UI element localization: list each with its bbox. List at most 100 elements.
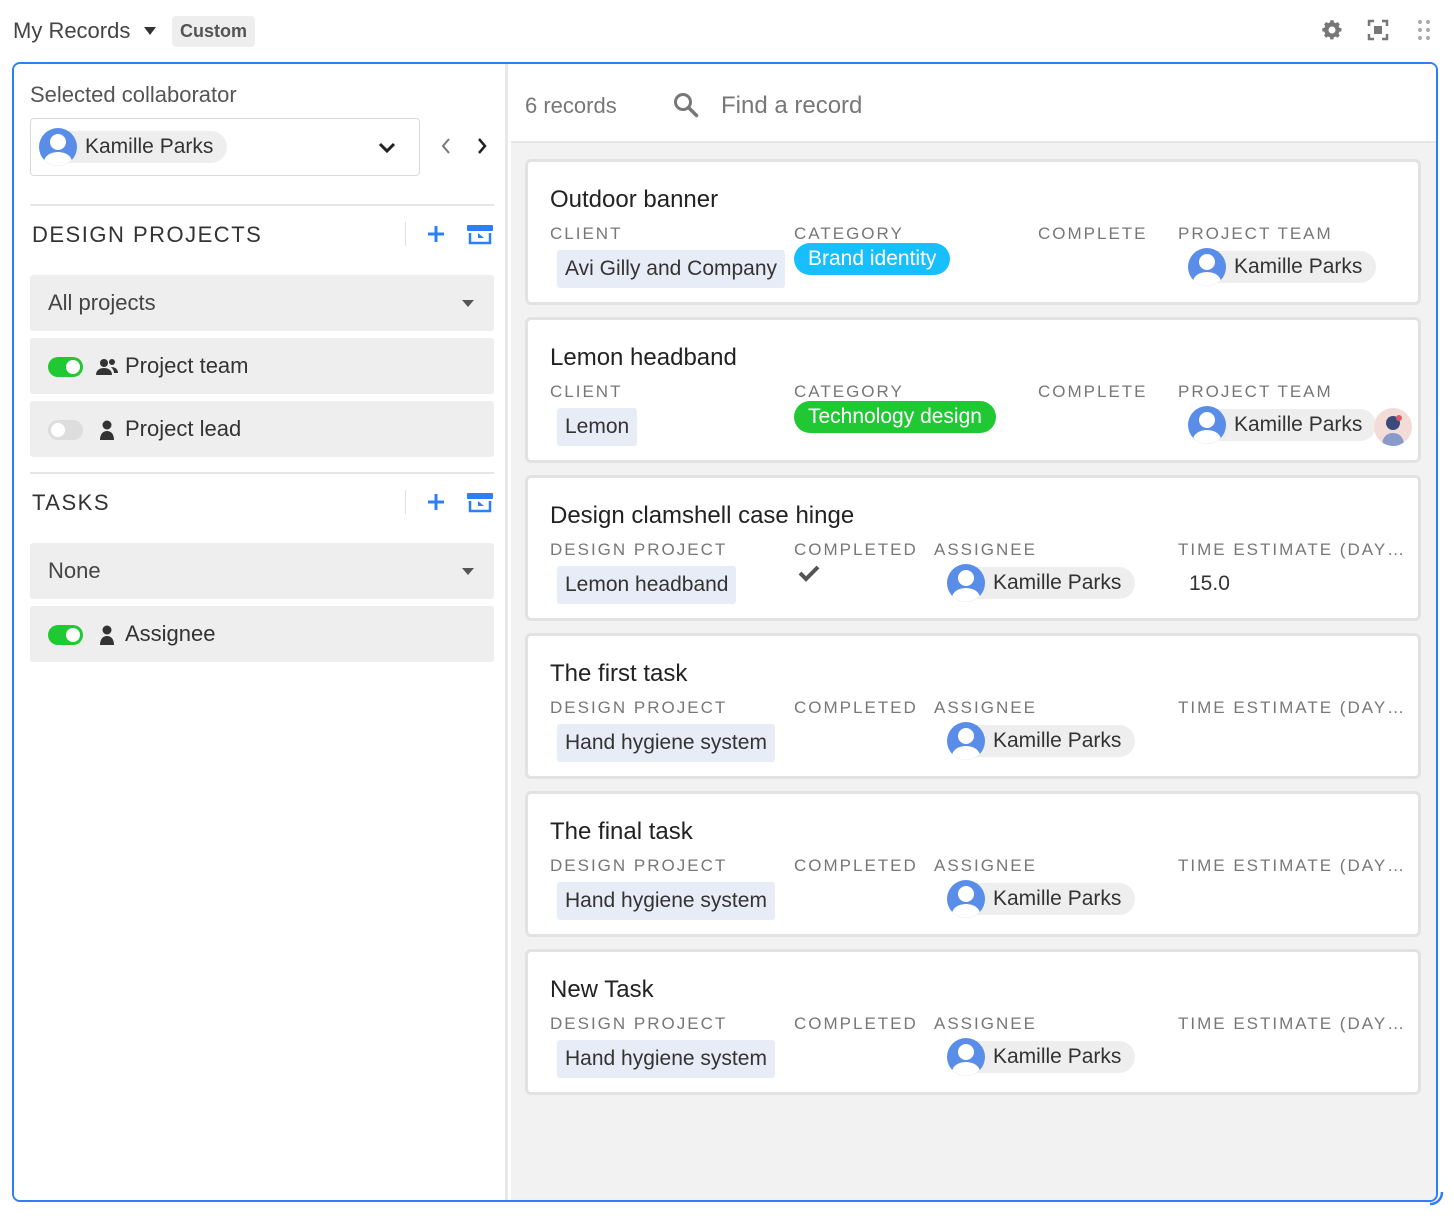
section-title: TASKS [32, 490, 111, 515]
assignee-label: ASSIGNEE [934, 540, 1037, 559]
time-estimate-label: TIME ESTIMATE (DAY… [1178, 698, 1407, 717]
selected-collaborator-label: Selected collaborator [30, 82, 237, 107]
avatar [947, 564, 985, 602]
section-title: DESIGN PROJECTS [32, 222, 263, 247]
dropdown-value: None [48, 558, 101, 583]
add-project-button[interactable] [422, 220, 450, 248]
record-list: Outdoor banner CLIENT CATEGORY COMPLETE … [525, 159, 1421, 1107]
caret-down-icon [462, 568, 474, 575]
toggle-row-assignee: Assignee [30, 606, 494, 662]
assignee-label: ASSIGNEE [934, 856, 1037, 875]
design-projects-section-header: DESIGN PROJECTS [30, 204, 494, 268]
assignee-label: ASSIGNEE [934, 698, 1037, 717]
assignee-chip: Kamille Parks [947, 722, 1136, 760]
projects-filter-dropdown[interactable]: All projects [30, 275, 494, 331]
toggle-label: Project lead [125, 416, 242, 441]
client-chip[interactable]: Avi Gilly and Company [557, 250, 786, 288]
record-title: The first task [550, 660, 688, 687]
record-count: 6 records [525, 93, 617, 118]
completed-label: COMPLETED [794, 540, 918, 559]
next-collaborator-button[interactable] [474, 136, 490, 156]
drag-handle-icon[interactable] [1412, 16, 1436, 44]
avatar [947, 880, 985, 918]
caret-down-icon [144, 27, 157, 35]
toggle-row-project-lead: Project lead [30, 401, 494, 457]
project-lead-toggle[interactable] [48, 420, 83, 440]
record-card[interactable]: The final task DESIGN PROJECT COMPLETED … [525, 791, 1421, 937]
project-team-label: PROJECT TEAM [1178, 382, 1333, 401]
tasks-section-header: TASKS [30, 472, 494, 536]
avatar [1374, 408, 1412, 446]
team-member-chip: Kamille Parks [1188, 406, 1377, 444]
design-project-chip[interactable]: Hand hygiene system [557, 882, 775, 920]
expand-record-button[interactable] [466, 220, 494, 248]
completed-label: COMPLETED [794, 856, 918, 875]
record-title: The final task [550, 818, 693, 845]
people-icon [96, 356, 118, 378]
assignee-chip: Kamille Parks [947, 564, 1136, 602]
toggle-label: Assignee [125, 621, 216, 646]
previous-collaborator-button[interactable] [438, 136, 454, 156]
record-title: New Task [550, 976, 654, 1003]
avatar [947, 1038, 985, 1076]
record-card[interactable]: Design clamshell case hinge DESIGN PROJE… [525, 475, 1421, 621]
record-title: Outdoor banner [550, 186, 719, 213]
assignee-chip: Kamille Parks [947, 880, 1136, 918]
search-input[interactable] [721, 86, 1121, 126]
record-card[interactable]: Lemon headband CLIENT CATEGORY COMPLETE … [525, 317, 1421, 463]
divider [405, 490, 406, 514]
dropdown-value: All projects [48, 290, 156, 315]
assignee-name: Kamille Parks [993, 571, 1122, 594]
time-estimate-label: TIME ESTIMATE (DAY… [1178, 540, 1407, 559]
add-task-button[interactable] [422, 488, 450, 516]
divider [405, 222, 406, 246]
avatar [947, 722, 985, 760]
toggle-label: Project team [125, 353, 249, 378]
time-estimate-label: TIME ESTIMATE (DAY… [1178, 1014, 1407, 1033]
completed-label: COMPLETED [794, 1014, 918, 1033]
design-project-chip[interactable]: Lemon headband [557, 566, 737, 604]
chevron-down-icon [377, 137, 397, 162]
complete-label: COMPLETE [1038, 224, 1148, 243]
assignee-label: ASSIGNEE [934, 1014, 1037, 1033]
top-bar: My Records Custom [0, 0, 1454, 62]
records-panel: 6 records Outdoor banner CLIENT CATEGORY… [511, 64, 1436, 1200]
view-title: My Records [13, 18, 131, 43]
category-pill: Brand identity [794, 243, 951, 275]
design-project-label: DESIGN PROJECT [550, 1014, 728, 1033]
client-label: CLIENT [550, 224, 623, 243]
checkmark-icon [798, 564, 822, 588]
avatar [39, 128, 77, 166]
category-label: CATEGORY [794, 382, 904, 401]
assignee-chip: Kamille Parks [947, 1038, 1136, 1076]
record-card[interactable]: The first task DESIGN PROJECT COMPLETED … [525, 633, 1421, 779]
assignee-name: Kamille Parks [993, 729, 1122, 752]
tasks-filter-dropdown[interactable]: None [30, 543, 494, 599]
collaborator-select[interactable]: Kamille Parks [30, 118, 420, 176]
search-icon [673, 92, 701, 120]
resize-handle-icon[interactable] [1428, 1190, 1444, 1206]
gear-icon[interactable] [1320, 16, 1344, 44]
design-project-label: DESIGN PROJECT [550, 540, 728, 559]
complete-label: COMPLETE [1038, 382, 1148, 401]
record-card[interactable]: New Task DESIGN PROJECT COMPLETED ASSIGN… [525, 949, 1421, 1095]
category-label: CATEGORY [794, 224, 904, 243]
design-project-chip[interactable]: Hand hygiene system [557, 724, 775, 762]
collaborator-name: Kamille Parks [85, 135, 214, 158]
project-team-toggle[interactable] [48, 357, 83, 377]
client-chip[interactable]: Lemon [557, 408, 638, 446]
view-switcher[interactable]: My Records [13, 18, 157, 44]
time-estimate-value: 15.0 [1189, 572, 1230, 595]
client-label: CLIENT [550, 382, 623, 401]
expand-record-button[interactable] [466, 488, 494, 516]
team-member-name: Kamille Parks [1234, 255, 1363, 278]
sidebar: Selected collaborator Kamille Parks DESI… [14, 64, 508, 1200]
design-project-chip[interactable]: Hand hygiene system [557, 1040, 775, 1078]
expand-icon[interactable] [1366, 16, 1390, 44]
record-title: Lemon headband [550, 344, 737, 371]
records-header: 6 records [511, 64, 1436, 143]
time-estimate-label: TIME ESTIMATE (DAY… [1178, 856, 1407, 875]
assignee-toggle[interactable] [48, 625, 83, 645]
category-pill: Technology design [794, 401, 996, 433]
record-card[interactable]: Outdoor banner CLIENT CATEGORY COMPLETE … [525, 159, 1421, 305]
